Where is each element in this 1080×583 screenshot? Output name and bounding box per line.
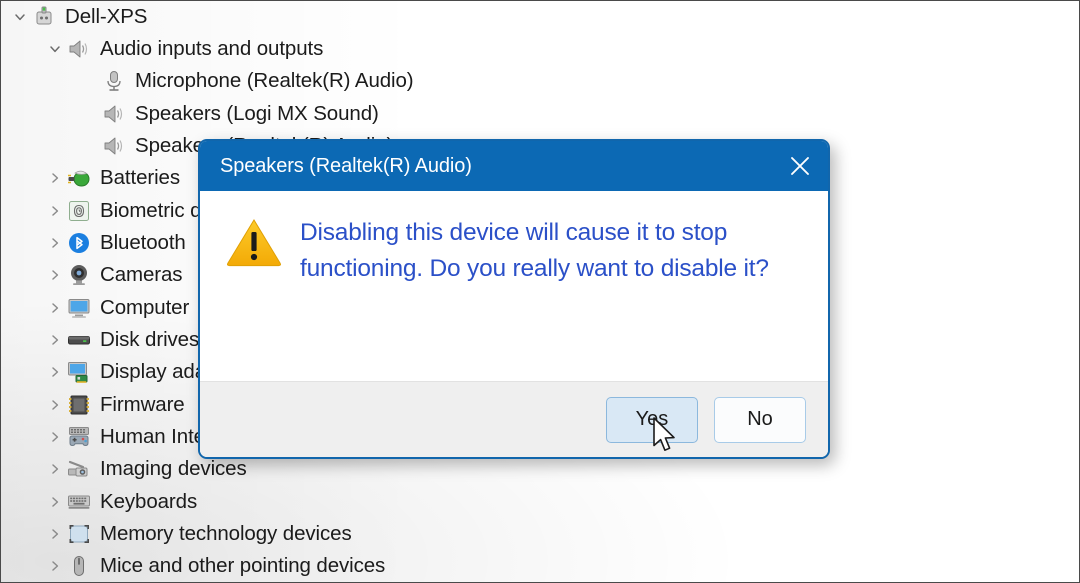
tree-item[interactable]: Audio inputs and outputs [1,33,323,65]
tree-item-label: Keyboards [100,489,198,513]
keyboard-icon [66,489,92,515]
bluetooth-icon [66,230,92,256]
memory-card-icon [66,521,92,547]
tree-item[interactable]: Microphone (Realtek(R) Audio) [1,65,414,97]
chevron-right-icon[interactable] [44,486,66,518]
chevron-right-icon[interactable] [44,421,66,453]
tree-item[interactable]: Firmware [1,389,185,421]
firmware-chip-icon [66,392,92,418]
fingerprint-icon [66,198,92,224]
no-button[interactable]: No [714,396,806,443]
battery-icon [66,165,92,191]
dialog-footer: Yes No [200,381,828,457]
scanner-icon [66,456,92,482]
tree-item-label: Mice and other pointing devices [100,553,386,577]
tree-item[interactable]: Cameras [1,259,183,291]
chevron-right-icon[interactable] [44,389,66,421]
tree-item[interactable]: Speakers (Logi MX Sound) [1,98,379,130]
dialog-message: Disabling this device will cause it to s… [300,219,769,282]
monitor-icon [66,295,92,321]
chevron-right-icon[interactable] [44,259,66,291]
tree-item[interactable]: Memory technology devices [1,518,352,550]
chevron-right-icon[interactable] [44,324,66,356]
chevron-right-icon[interactable] [44,518,66,550]
mouse-icon [66,553,92,579]
tree-item-label: Audio inputs and outputs [100,36,324,60]
display-adapter-icon [66,359,92,385]
chevron-right-icon[interactable] [44,195,66,227]
tree-item[interactable]: Keyboards [1,486,197,518]
tree-item-label: Computer [100,295,190,319]
confirm-disable-dialog: Speakers (Realtek(R) Audio) Disabling th… [198,139,830,459]
yes-button[interactable]: Yes [606,396,698,443]
speaker-icon [101,133,127,159]
tree-item[interactable]: Bluetooth [1,227,186,259]
hid-gamepad-icon [66,424,92,450]
computer-node-icon [31,4,57,30]
tree-item-label: Disk drives [100,327,200,351]
chevron-right-icon[interactable] [44,227,66,259]
tree-item-label: Microphone (Realtek(R) Audio) [135,68,414,92]
tree-item-label: Speakers (Logi MX Sound) [135,101,379,125]
tree-item[interactable]: Batteries [1,162,180,194]
dialog-titlebar: Speakers (Realtek(R) Audio) [200,141,828,191]
tree-item-label: Batteries [100,165,180,189]
warning-triangle-icon [226,215,284,381]
tree-item[interactable]: Disk drives [1,324,199,356]
tree-item[interactable]: Computer [1,292,189,324]
tree-item-label: Bluetooth [100,230,186,254]
tree-item[interactable]: Dell-XPS [1,1,147,33]
device-manager-screen: Dell-XPS Audio inputs and outputs Micropho… [0,0,1080,583]
camera-icon [66,262,92,288]
speaker-icon [66,36,92,62]
dialog-body: Disabling this device will cause it to s… [200,191,828,381]
chevron-right-icon[interactable] [44,550,66,582]
tree-item-label: Memory technology devices [100,521,352,545]
chevron-right-icon[interactable] [44,162,66,194]
chevron-right-icon[interactable] [44,292,66,324]
chevron-right-icon[interactable] [44,356,66,388]
chevron-down-icon[interactable] [9,1,31,33]
chevron-right-icon[interactable] [44,453,66,485]
chevron-down-icon[interactable] [44,33,66,65]
tree-item[interactable]: Mice and other pointing devices [1,550,385,582]
close-icon[interactable] [772,141,828,191]
speaker-icon [101,101,127,127]
tree-item-label: Cameras [100,262,183,286]
tree-item-label: Imaging devices [100,456,247,480]
tree-item-label: Firmware [100,392,185,416]
disk-drive-icon [66,327,92,353]
microphone-icon [101,68,127,94]
tree-item-label: Dell-XPS [65,4,148,28]
dialog-title: Speakers (Realtek(R) Audio) [220,154,472,177]
